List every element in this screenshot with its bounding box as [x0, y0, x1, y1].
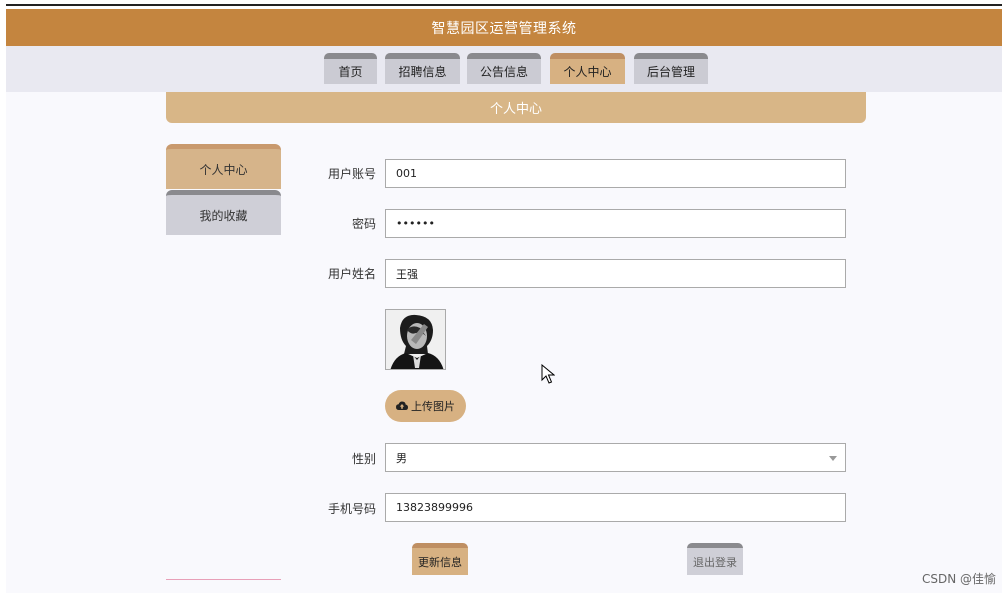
logout-button[interactable]: 退出登录 [687, 543, 743, 575]
avatar [385, 309, 446, 370]
sidebar-underline [166, 579, 281, 580]
password-field[interactable]: •••••• [385, 209, 846, 238]
sidebar-item-favorites[interactable]: 我的收藏 [166, 190, 281, 235]
phone-field[interactable]: 13823899996 [385, 493, 846, 522]
gender-label: 性别 [351, 452, 376, 466]
sidebar-item-profile[interactable]: 个人中心 [166, 144, 281, 189]
section-banner: 个人中心 [166, 92, 866, 123]
nav-tab-jobs[interactable]: 招聘信息 [385, 53, 460, 84]
nav-tab-home[interactable]: 首页 [324, 53, 377, 84]
account-label: 用户账号 [327, 167, 376, 181]
upload-button[interactable]: 上传图片 [385, 390, 466, 422]
mouse-cursor-icon [541, 363, 556, 387]
nav-bar: 首页 招聘信息 公告信息 个人中心 后台管理 [6, 46, 1002, 92]
watermark: CSDN @佳愉 [922, 572, 997, 586]
app-title: 智慧园区运营管理系统 [431, 20, 577, 37]
update-button[interactable]: 更新信息 [412, 543, 468, 575]
name-field[interactable]: 王强 [385, 259, 846, 288]
nav-tab-admin[interactable]: 后台管理 [634, 53, 708, 84]
password-label: 密码 [351, 217, 376, 231]
nav-tab-profile[interactable]: 个人中心 [550, 53, 625, 84]
account-field[interactable]: 001 [385, 159, 846, 188]
gender-select[interactable]: 男 [385, 443, 846, 472]
nav-tab-notices[interactable]: 公告信息 [467, 53, 541, 84]
top-rule [6, 4, 1002, 6]
upload-label: 上传图片 [411, 400, 455, 413]
avatar-image [386, 310, 445, 369]
gender-value: 男 [396, 451, 407, 465]
cloud-upload-icon [396, 401, 408, 410]
phone-label: 手机号码 [327, 502, 376, 516]
section-title: 个人中心 [489, 102, 542, 117]
title-bar: 智慧园区运营管理系统 [6, 9, 1002, 46]
chevron-down-icon [829, 456, 837, 461]
name-label: 用户姓名 [327, 267, 376, 281]
